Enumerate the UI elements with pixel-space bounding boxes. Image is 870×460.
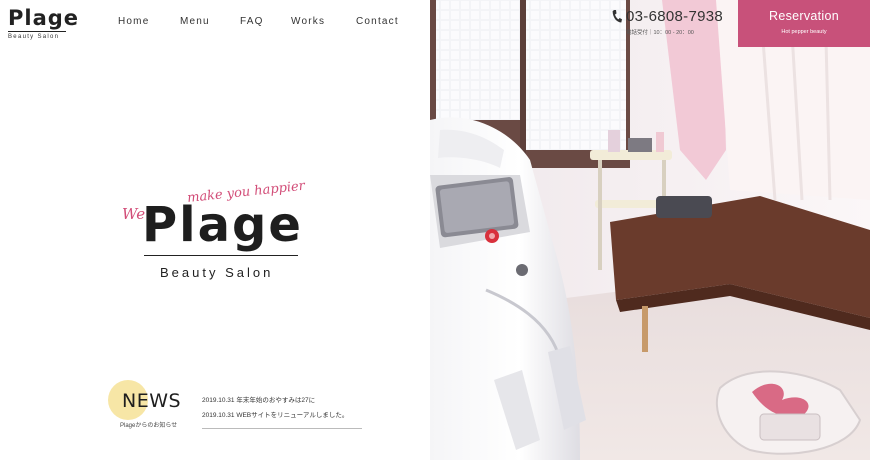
nav-works[interactable]: Works bbox=[291, 16, 325, 27]
news-item[interactable]: 2019.10.31 WEBサイトをリニューアルしました。 bbox=[202, 411, 362, 420]
reservation-sub: Hot pepper beauty bbox=[781, 29, 827, 35]
header-logo-rule bbox=[8, 31, 66, 32]
news-section: NEWS Plageからのお知らせ 2019.10.31 年末年始のおやすみは2… bbox=[108, 378, 368, 438]
hero-subtitle: Beauty Salon bbox=[160, 265, 274, 280]
salon-interior-image bbox=[430, 0, 870, 460]
reservation-button[interactable]: Reservation Hot pepper beauty bbox=[738, 0, 870, 47]
reservation-label: Reservation bbox=[769, 9, 839, 23]
nav-home[interactable]: Home bbox=[118, 16, 149, 27]
phone-icon bbox=[612, 10, 622, 23]
news-subtitle: Plageからのお知らせ bbox=[120, 423, 178, 429]
hero-brand: Plage bbox=[142, 197, 303, 253]
nav-menu[interactable]: Menu bbox=[180, 16, 210, 27]
nav-faq[interactable]: FAQ bbox=[240, 16, 264, 27]
news-item[interactable]: 2019.10.31 年末年始のおやすみは27に bbox=[202, 396, 362, 405]
header-logo-wordmark: Plage bbox=[8, 6, 80, 30]
nav-contact[interactable]: Contact bbox=[356, 16, 399, 27]
hero-photo bbox=[430, 0, 870, 460]
phone-number: 03-6808-7938 bbox=[626, 8, 724, 25]
header-logo-subtitle: Beauty Salon bbox=[8, 34, 60, 40]
hero-divider bbox=[144, 255, 298, 256]
news-list: 2019.10.31 年末年始のおやすみは27に 2019.10.31 WEBサ… bbox=[202, 396, 362, 426]
header-logo[interactable]: Plage Beauty Salon bbox=[8, 6, 80, 40]
news-divider bbox=[202, 428, 362, 429]
news-title: NEWS bbox=[122, 390, 182, 412]
phone-contact[interactable]: 03-6808-7938 電話受付｜10：00 - 20：00 bbox=[612, 8, 736, 38]
hero-logo: We Plage make you happier Beauty Salon bbox=[118, 179, 308, 285]
phone-hours: 電話受付｜10：00 - 20：00 bbox=[626, 30, 694, 36]
